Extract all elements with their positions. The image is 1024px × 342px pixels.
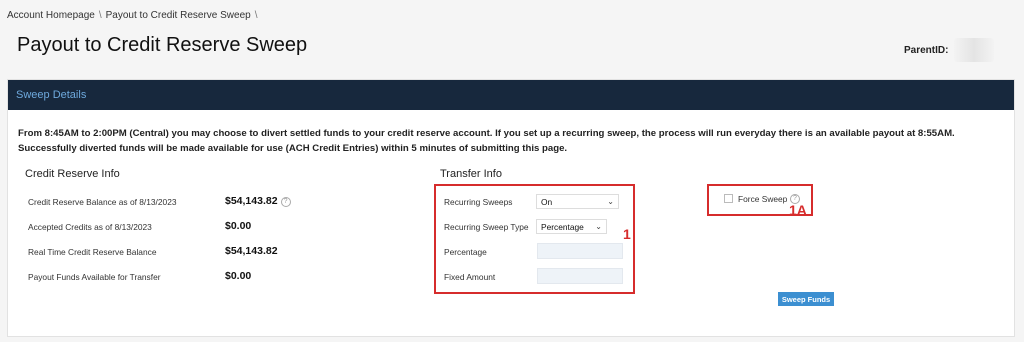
percentage-label: Percentage bbox=[444, 247, 487, 257]
accepted-credits-value: $0.00 bbox=[225, 220, 252, 232]
panel-header: Sweep Details bbox=[8, 80, 1014, 110]
annotation-label-1a: 1A bbox=[789, 202, 807, 218]
chevron-down-icon: ⌄ bbox=[595, 222, 602, 231]
realtime-balance-value: $54,143.82 bbox=[225, 245, 278, 257]
sweep-type-value: Percentage bbox=[541, 221, 584, 232]
sweep-type-label: Recurring Sweep Type bbox=[444, 222, 529, 232]
page-title: Payout to Credit Reserve Sweep bbox=[17, 34, 308, 56]
credit-reserve-balance-amount: $54,143.82 bbox=[225, 195, 278, 207]
breadcrumb-payout-sweep[interactable]: Payout to Credit Reserve Sweep bbox=[106, 10, 251, 21]
percentage-input[interactable] bbox=[537, 243, 623, 259]
breadcrumb: Account Homepage \ Payout to Credit Rese… bbox=[7, 10, 257, 21]
credit-reserve-balance-value: $54,143.82? bbox=[225, 195, 291, 207]
breadcrumb-separator: \ bbox=[254, 10, 258, 21]
sweep-info-text: From 8:45AM to 2:00PM (Central) you may … bbox=[18, 128, 955, 154]
recurring-sweeps-select[interactable]: On ⌄ bbox=[536, 194, 619, 209]
payout-funds-label: Payout Funds Available for Transfer bbox=[28, 272, 161, 282]
credit-reserve-balance-label: Credit Reserve Balance as of 8/13/2023 bbox=[28, 197, 177, 207]
accepted-credits-label: Accepted Credits as of 8/13/2023 bbox=[28, 222, 152, 232]
realtime-balance-label: Real Time Credit Reserve Balance bbox=[28, 247, 157, 257]
credit-reserve-title: Credit Reserve Info bbox=[25, 168, 120, 180]
fixed-amount-label: Fixed Amount bbox=[444, 272, 496, 282]
question-circle-icon[interactable]: ? bbox=[280, 197, 291, 207]
annotation-label-1: 1 bbox=[623, 226, 631, 242]
breadcrumb-account-homepage[interactable]: Account Homepage bbox=[7, 10, 95, 21]
parent-id: ParentID: bbox=[904, 38, 995, 62]
transfer-info-title: Transfer Info bbox=[440, 168, 502, 180]
breadcrumb-separator: \ bbox=[98, 10, 102, 21]
parent-id-redacted-value bbox=[954, 38, 995, 62]
sweep-funds-button[interactable]: Sweep Funds bbox=[778, 292, 834, 306]
payout-funds-value: $0.00 bbox=[225, 270, 252, 282]
force-sweep-checkbox[interactable] bbox=[724, 194, 733, 203]
recurring-sweeps-value: On bbox=[541, 196, 553, 207]
recurring-sweeps-label: Recurring Sweeps bbox=[444, 197, 513, 207]
parent-id-label: ParentID: bbox=[904, 44, 949, 56]
sweep-type-select[interactable]: Percentage ⌄ bbox=[536, 219, 607, 234]
sweep-details-panel: Sweep Details From 8:45AM to 2:00PM (Cen… bbox=[7, 79, 1015, 337]
chevron-down-icon: ⌄ bbox=[607, 197, 614, 206]
force-sweep-label: Force Sweep bbox=[738, 194, 788, 204]
fixed-amount-input[interactable] bbox=[537, 268, 623, 284]
